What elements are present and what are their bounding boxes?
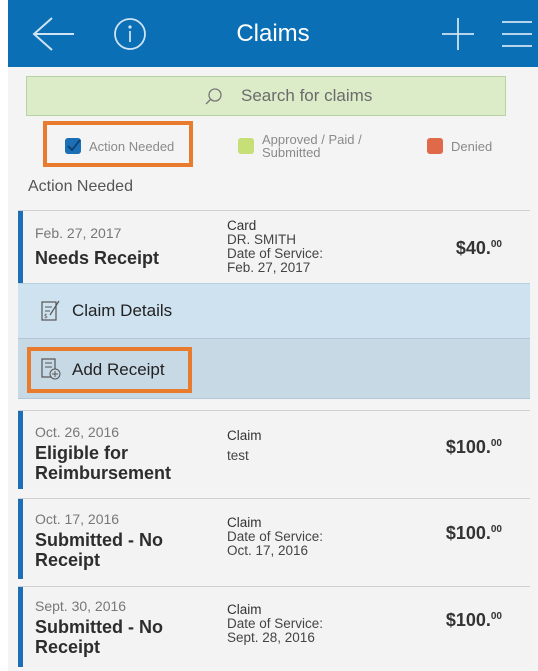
claim-amount-cents: 00 bbox=[490, 524, 502, 535]
svg-text:$: $ bbox=[44, 313, 48, 320]
highlight-add-receipt bbox=[27, 347, 192, 393]
claim-date: Oct. 26, 2016 bbox=[35, 424, 120, 440]
claim-amount: $100.00 bbox=[446, 610, 502, 631]
status-bar bbox=[18, 411, 23, 489]
claim-details-button[interactable]: $ Claim Details bbox=[18, 283, 530, 338]
claim-status: Needs Receipt bbox=[35, 248, 160, 268]
claim-type: Claim bbox=[227, 602, 262, 617]
claim-card[interactable]: Oct. 17, 2016 Submitted - No Receipt Cla… bbox=[18, 498, 530, 579]
claim-info: Claim Date of Service: Oct. 17, 2016 bbox=[227, 516, 323, 558]
claim-amount-dollars: $40. bbox=[455, 238, 491, 258]
claim-note: test bbox=[227, 448, 249, 463]
claim-type: Card bbox=[227, 218, 257, 233]
claim-provider: DR. SMITH bbox=[227, 232, 296, 247]
claim-dos-label: Date of Service: bbox=[227, 246, 324, 261]
claim-card[interactable]: Sept. 30, 2016 Submitted - No Receipt Cl… bbox=[18, 586, 530, 667]
claim-info: Card DR. SMITH Date of Service: Feb. 27,… bbox=[227, 219, 323, 275]
claim-amount: $100.00 bbox=[446, 437, 502, 458]
section-label: Action Needed bbox=[28, 178, 133, 195]
claim-date: Feb. 27, 2017 bbox=[35, 225, 122, 241]
claim-date: Oct. 17, 2016 bbox=[35, 511, 120, 527]
claim-card[interactable]: Feb. 27, 2017 Needs Receipt Card DR. SMI… bbox=[18, 210, 530, 284]
approved-swatch[interactable] bbox=[238, 138, 254, 154]
status-bar bbox=[18, 587, 23, 667]
search-placeholder: Search for claims bbox=[241, 86, 373, 105]
claim-amount-dollars: $100. bbox=[445, 437, 491, 457]
top-bar: Claims bbox=[8, 0, 538, 67]
menu-icon[interactable] bbox=[500, 18, 534, 55]
claim-type: Claim bbox=[227, 515, 262, 530]
claim-dos: Sept. 28, 2016 bbox=[227, 630, 315, 645]
claim-amount-cents: 00 bbox=[490, 438, 502, 449]
plus-icon[interactable] bbox=[440, 16, 476, 57]
search-input[interactable]: Search for claims bbox=[26, 76, 506, 116]
action-needed-swatch[interactable] bbox=[65, 138, 81, 154]
claim-status: Submitted - No Receipt bbox=[35, 530, 163, 570]
claim-status: Eligible for Reimbursement bbox=[35, 443, 172, 483]
claim-amount-cents: 00 bbox=[490, 239, 502, 250]
claim-dos-label: Date of Service: bbox=[227, 529, 324, 544]
claim-amount: $100.00 bbox=[446, 523, 502, 544]
denied-swatch[interactable] bbox=[427, 138, 443, 154]
claim-dos-label: Date of Service: bbox=[227, 616, 324, 631]
claim-dos: Feb. 27, 2017 bbox=[227, 260, 311, 275]
claim-info: Claim test bbox=[227, 429, 262, 463]
claim-date: Sept. 30, 2016 bbox=[35, 598, 127, 614]
claim-dos: Oct. 17, 2016 bbox=[227, 543, 309, 558]
status-bar bbox=[18, 211, 23, 284]
claim-info: Claim Date of Service: Sept. 28, 2016 bbox=[227, 603, 323, 645]
claim-card[interactable]: Oct. 26, 2016 Eligible for Reimbursement… bbox=[18, 410, 530, 489]
legend-approved[interactable]: Approved / Paid / Submitted bbox=[262, 133, 362, 159]
claim-details-icon: $ bbox=[40, 299, 62, 328]
legend-denied[interactable]: Denied bbox=[451, 140, 492, 153]
status-bar bbox=[18, 499, 23, 579]
legend-approved-line2: Submitted bbox=[262, 145, 321, 160]
claim-amount: $40.00 bbox=[456, 238, 502, 259]
claim-details-label: Claim Details bbox=[72, 301, 173, 320]
claim-status: Submitted - No Receipt bbox=[35, 617, 163, 657]
search-icon bbox=[203, 86, 225, 113]
claim-amount-dollars: $100. bbox=[445, 610, 491, 630]
legend-action-needed[interactable]: Action Needed bbox=[89, 140, 174, 153]
claim-type: Claim bbox=[227, 428, 262, 443]
claim-amount-cents: 00 bbox=[490, 611, 502, 622]
claim-amount-dollars: $100. bbox=[445, 523, 491, 543]
